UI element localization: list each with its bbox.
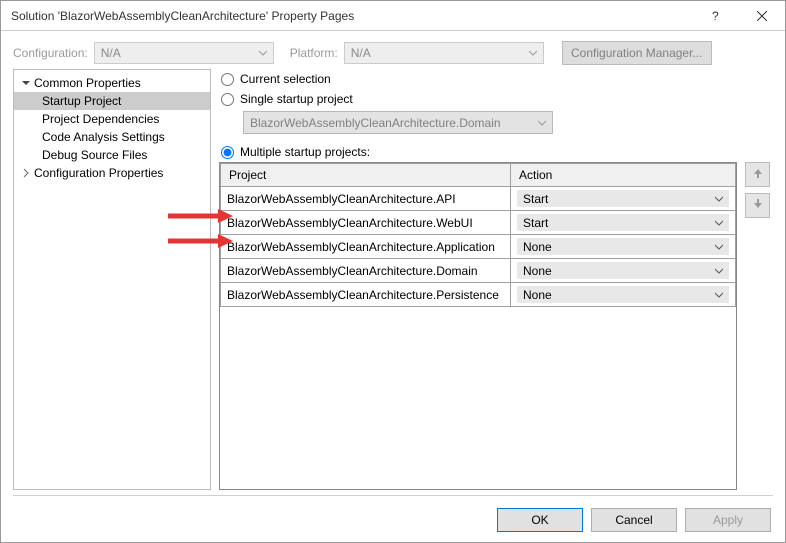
tree-item-label: Debug Source Files: [40, 148, 147, 162]
platform-label: Platform:: [290, 46, 338, 60]
action-value: None: [523, 288, 552, 302]
action-value: None: [523, 264, 552, 278]
cell-project[interactable]: BlazorWebAssemblyCleanArchitecture.Domai…: [221, 259, 511, 283]
chevron-down-icon: [529, 46, 537, 60]
table-row[interactable]: BlazorWebAssemblyCleanArchitecture.Appli…: [221, 235, 736, 259]
table-row[interactable]: BlazorWebAssemblyCleanArchitecture.Domai…: [221, 259, 736, 283]
startup-projects-grid[interactable]: Project Action BlazorWebAssemblyCleanArc…: [219, 162, 737, 490]
action-value: Start: [523, 216, 548, 230]
col-header-project[interactable]: Project: [221, 164, 511, 187]
table-row[interactable]: BlazorWebAssemblyCleanArchitecture.Persi…: [221, 283, 736, 307]
ok-button[interactable]: OK: [497, 508, 583, 532]
apply-label: Apply: [713, 513, 743, 527]
chevron-down-icon: [715, 264, 723, 278]
single-startup-combo: BlazorWebAssemblyCleanArchitecture.Domai…: [243, 111, 553, 134]
radio-label: Single startup project: [240, 92, 353, 106]
configuration-manager-label: Configuration Manager...: [571, 46, 702, 60]
tree-item-startup-project[interactable]: Startup Project: [14, 92, 210, 110]
ok-label: OK: [531, 513, 548, 527]
cell-project[interactable]: BlazorWebAssemblyCleanArchitecture.Persi…: [221, 283, 511, 307]
help-button[interactable]: ?: [693, 1, 739, 31]
navigation-tree[interactable]: Common Properties Startup Project Projec…: [13, 69, 211, 490]
cell-project[interactable]: BlazorWebAssemblyCleanArchitecture.API: [221, 187, 511, 211]
action-combo[interactable]: None: [517, 286, 729, 303]
tree-node-common[interactable]: Common Properties: [14, 74, 210, 92]
tree-item-label: Startup Project: [40, 94, 121, 108]
tree-item-label: Project Dependencies: [40, 112, 159, 126]
move-down-button[interactable]: [745, 193, 770, 218]
configuration-manager-button: Configuration Manager...: [562, 41, 712, 65]
move-up-button[interactable]: [745, 162, 770, 187]
radio-label: Current selection: [240, 72, 331, 86]
chevron-down-icon: [715, 192, 723, 206]
cell-project[interactable]: BlazorWebAssemblyCleanArchitecture.WebUI: [221, 211, 511, 235]
chevron-down-icon: [715, 240, 723, 254]
radio-current-selection[interactable]: Current selection: [219, 69, 773, 89]
table-row[interactable]: BlazorWebAssemblyCleanArchitecture.WebUI…: [221, 211, 736, 235]
col-header-action[interactable]: Action: [511, 164, 736, 187]
radio-input[interactable]: [221, 73, 234, 86]
expander-closed-icon[interactable]: [20, 168, 32, 178]
cell-project[interactable]: BlazorWebAssemblyCleanArchitecture.Appli…: [221, 235, 511, 259]
action-combo[interactable]: Start: [517, 190, 729, 207]
chevron-down-icon: [715, 288, 723, 302]
expander-open-icon[interactable]: [20, 78, 32, 88]
separator: [13, 495, 773, 496]
apply-button: Apply: [685, 508, 771, 532]
cancel-button[interactable]: Cancel: [591, 508, 677, 532]
chevron-down-icon: [259, 46, 267, 60]
single-startup-value: BlazorWebAssemblyCleanArchitecture.Domai…: [250, 116, 501, 130]
svg-text:?: ?: [712, 11, 719, 21]
table-row[interactable]: BlazorWebAssemblyCleanArchitecture.API S…: [221, 187, 736, 211]
radio-label: Multiple startup projects:: [240, 145, 370, 159]
radio-input[interactable]: [221, 146, 234, 159]
radio-input[interactable]: [221, 93, 234, 106]
configuration-label: Configuration:: [13, 46, 88, 60]
tree-item-debug-source[interactable]: Debug Source Files: [14, 146, 210, 164]
tree-node-label: Common Properties: [32, 76, 141, 90]
radio-multiple-startup[interactable]: Multiple startup projects:: [219, 142, 773, 162]
radio-single-startup[interactable]: Single startup project: [219, 89, 773, 109]
tree-item-project-dependencies[interactable]: Project Dependencies: [14, 110, 210, 128]
arrow-up-icon: [752, 167, 764, 182]
platform-combo: N/A: [344, 42, 544, 64]
action-combo[interactable]: None: [517, 238, 729, 255]
action-combo[interactable]: None: [517, 262, 729, 279]
tree-item-label: Code Analysis Settings: [40, 130, 165, 144]
platform-combo-value: N/A: [351, 46, 371, 60]
action-combo[interactable]: Start: [517, 214, 729, 231]
cancel-label: Cancel: [615, 513, 652, 527]
arrow-down-icon: [752, 198, 764, 213]
chevron-down-icon: [715, 216, 723, 230]
tree-node-label: Configuration Properties: [32, 166, 163, 180]
action-value: None: [523, 240, 552, 254]
tree-node-configproperties[interactable]: Configuration Properties: [14, 164, 210, 182]
window-title: Solution 'BlazorWebAssemblyCleanArchitec…: [11, 9, 693, 23]
configuration-combo-value: N/A: [101, 46, 121, 60]
close-button[interactable]: [739, 1, 785, 31]
chevron-down-icon: [538, 116, 546, 130]
tree-item-code-analysis[interactable]: Code Analysis Settings: [14, 128, 210, 146]
action-value: Start: [523, 192, 548, 206]
configuration-combo: N/A: [94, 42, 274, 64]
